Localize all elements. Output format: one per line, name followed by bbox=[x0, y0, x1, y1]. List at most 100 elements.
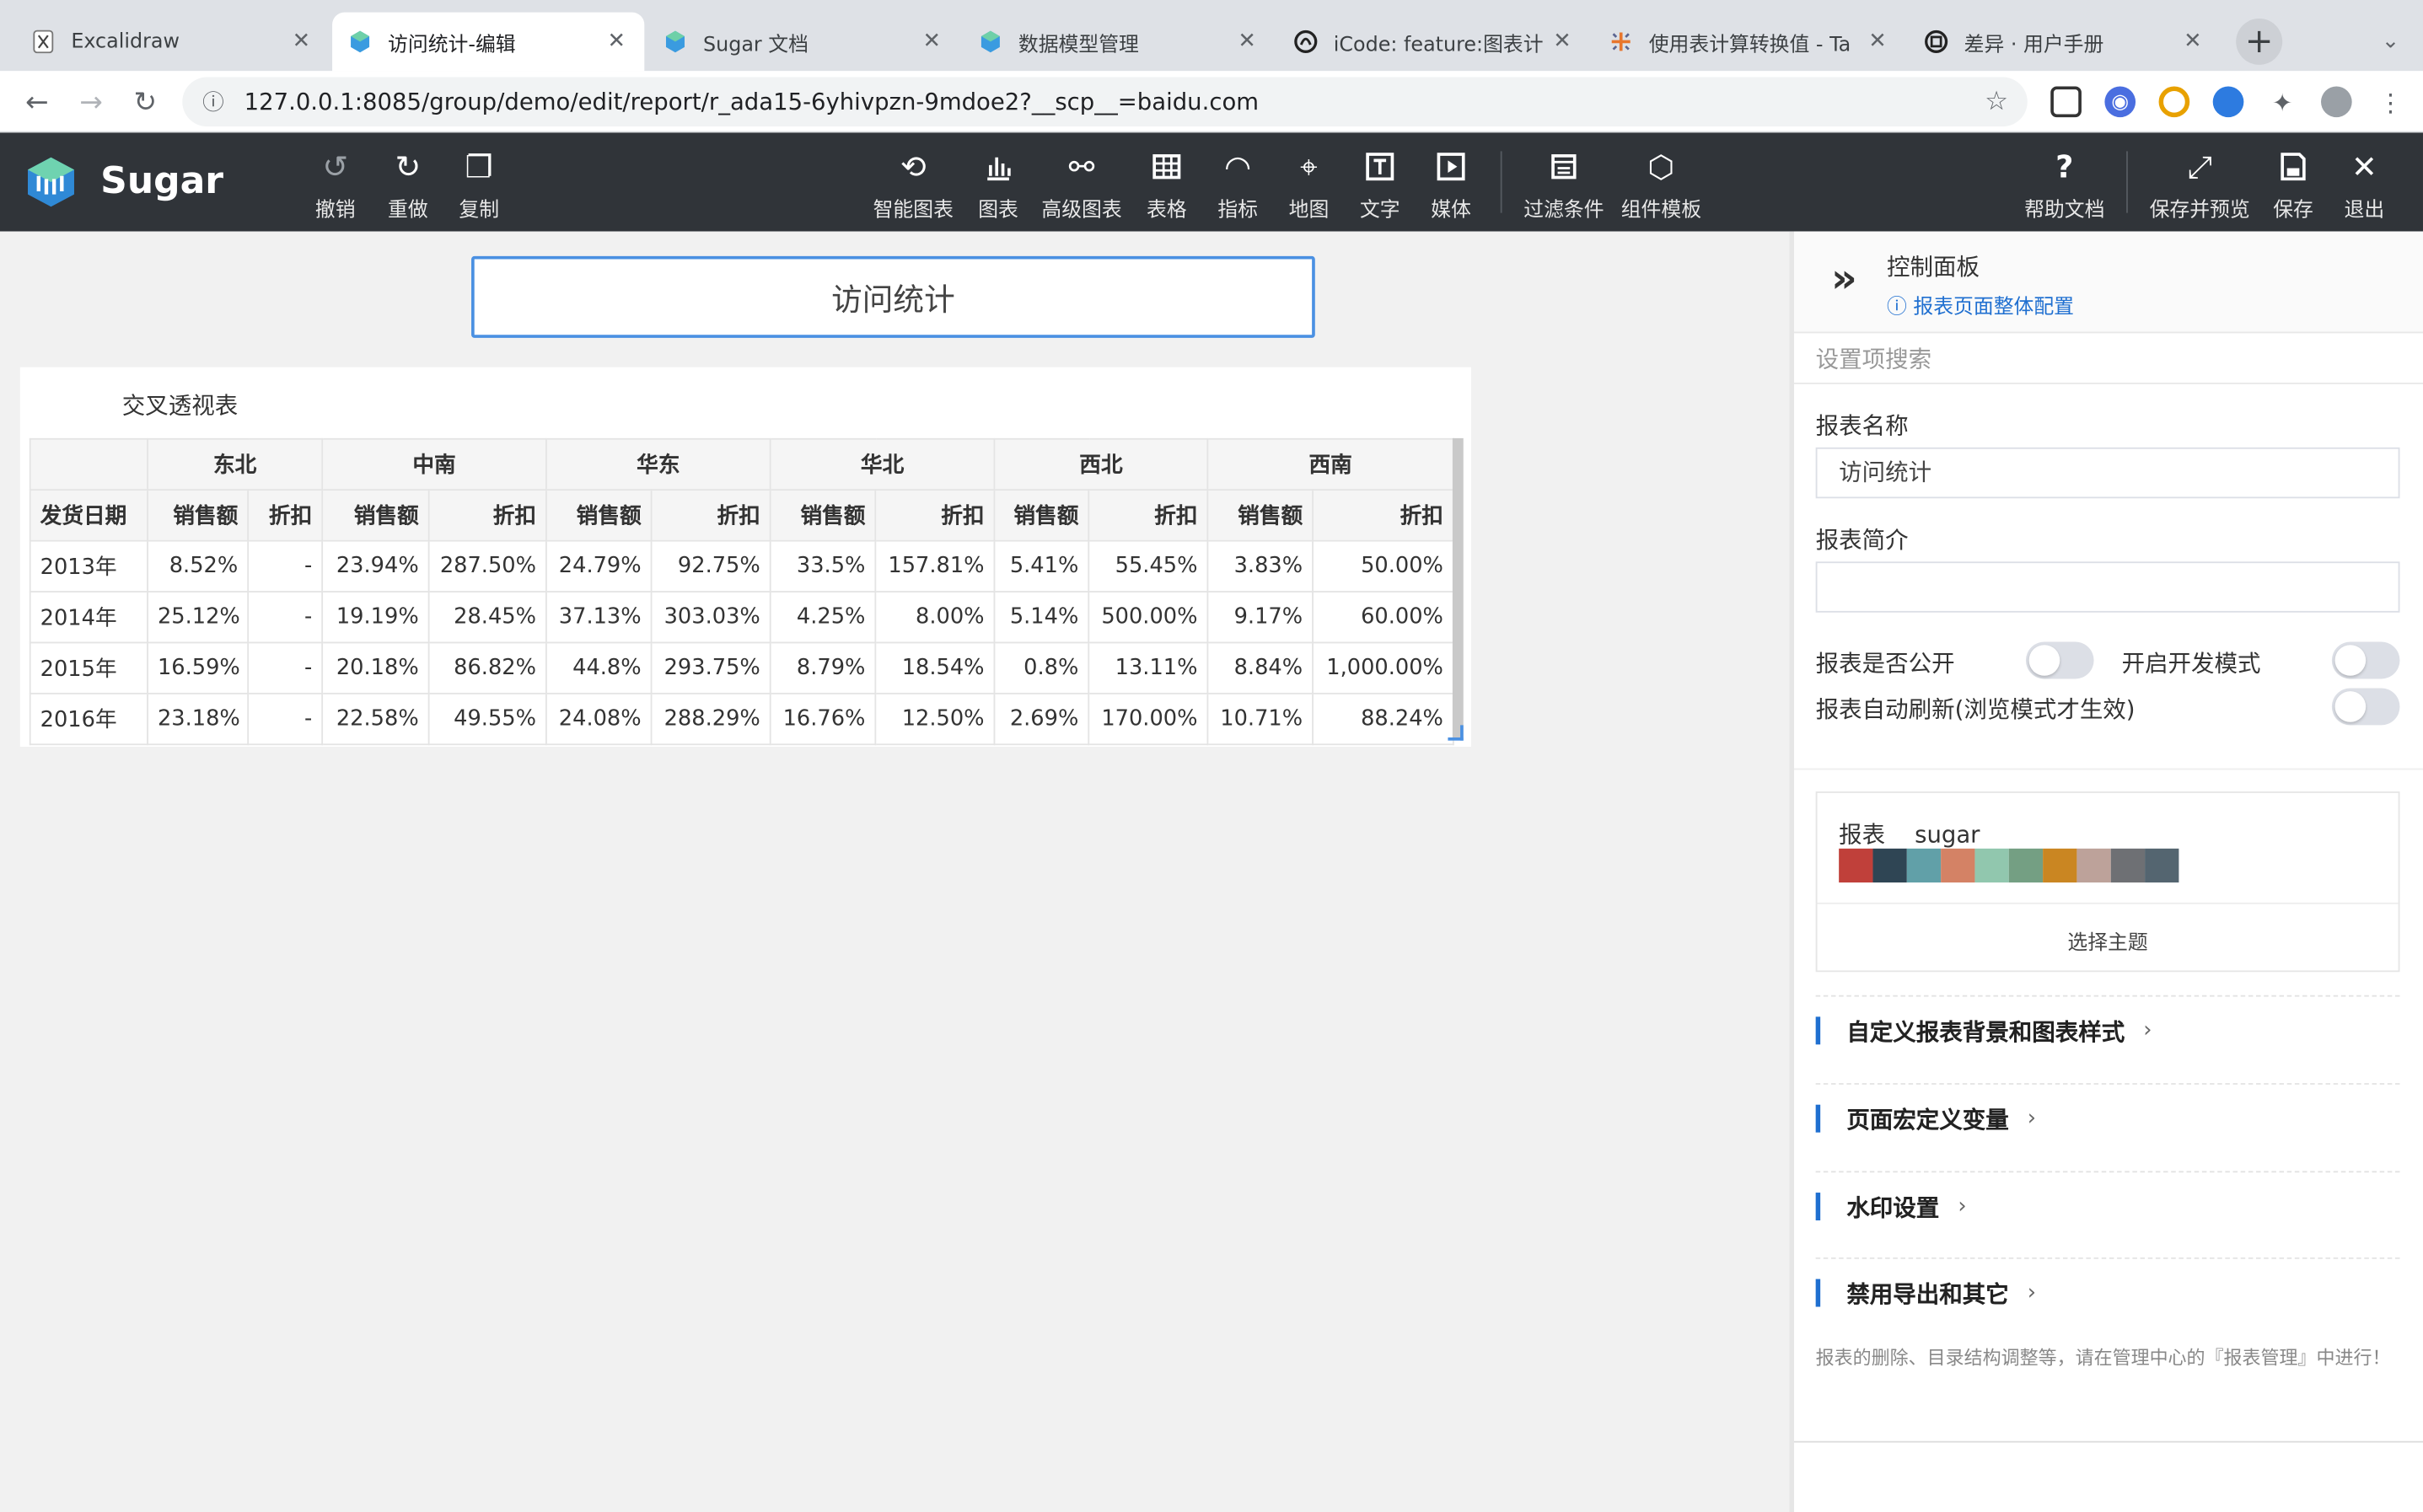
chrome-extension-icon[interactable] bbox=[2158, 86, 2190, 118]
tab-search-chevron-icon[interactable]: ⌄ bbox=[2367, 19, 2414, 65]
address-bar[interactable]: ⓘ 127.0.0.1:8085/group/demo/edit/report/… bbox=[182, 77, 2028, 127]
component-template-button[interactable]: ⬡ 组件模板 bbox=[1621, 148, 1701, 223]
theme-color-swatch bbox=[1872, 848, 1907, 883]
copy-button[interactable]: ❐ 复制 bbox=[459, 148, 499, 223]
template-icon: ⬡ bbox=[1647, 147, 1675, 185]
undo-label: 撤销 bbox=[314, 199, 356, 223]
close-tab-icon[interactable]: ✕ bbox=[920, 29, 944, 54]
filter-button[interactable]: 过滤条件 bbox=[1523, 148, 1604, 223]
smart-chart-label: 智能图表 bbox=[873, 199, 954, 223]
choose-theme-button[interactable]: 选择主题 bbox=[1817, 925, 2398, 955]
tab-title: 数据模型管理 bbox=[1018, 33, 1139, 56]
toolbar-divider bbox=[2126, 151, 2128, 213]
pivot-table-widget[interactable]: 交叉透视表 东北 中南 华东 华北 西北 西南 发货日期 销售额 折扣 销售额 … bbox=[19, 367, 1471, 748]
corner-cell bbox=[29, 437, 148, 491]
table-cell: 8.79% bbox=[769, 641, 877, 694]
media-button[interactable]: 媒体 bbox=[1431, 148, 1471, 223]
metric-label: 指标 bbox=[1217, 199, 1259, 223]
browser-toolbar: ← → ↻ ⓘ 127.0.0.1:8085/group/demo/edit/r… bbox=[0, 71, 2423, 133]
table-cell: 8.52% bbox=[147, 539, 250, 592]
page-config-label: 报表页面整体配置 bbox=[1913, 296, 2075, 319]
page-config-link[interactable]: ⓘ 报表页面整体配置 bbox=[1887, 290, 2074, 319]
profile-avatar[interactable] bbox=[2321, 86, 2352, 118]
undo-button[interactable]: ↺ 撤销 bbox=[315, 148, 356, 223]
table-cell: 25.12% bbox=[147, 591, 250, 644]
save-button[interactable]: 保存 bbox=[2273, 148, 2313, 223]
section-disable-export[interactable]: 禁用导出和其它 › bbox=[1815, 1278, 2400, 1309]
browser-tab-data-model[interactable]: 数据模型管理 ✕ bbox=[963, 13, 1275, 72]
close-tab-icon[interactable]: ✕ bbox=[604, 29, 629, 54]
back-arrow-icon[interactable]: ← bbox=[15, 80, 58, 123]
advanced-chart-button[interactable]: ⚯ 高级图表 bbox=[1041, 148, 1121, 223]
table-cell: 287.50% bbox=[427, 539, 547, 592]
report-desc-input[interactable] bbox=[1815, 561, 2400, 613]
help-docs-button[interactable]: ? 帮助文档 bbox=[2024, 148, 2104, 223]
table-scrollbar[interactable] bbox=[1452, 437, 1464, 738]
resize-handle[interactable] bbox=[1448, 725, 1464, 741]
browser-tab-icode[interactable]: iCode: feature:图表计 ✕ bbox=[1278, 13, 1590, 72]
browser-tab-sugar-docs[interactable]: Sugar 文档 ✕ bbox=[647, 13, 959, 72]
icode-icon bbox=[1293, 29, 1318, 54]
table-cell: 19.19% bbox=[321, 591, 430, 644]
reload-icon[interactable]: ↻ bbox=[124, 80, 167, 123]
close-tab-icon[interactable]: ✕ bbox=[1865, 29, 1889, 54]
metric-button[interactable]: ◠ 指标 bbox=[1217, 148, 1258, 223]
site-info-icon[interactable]: ⓘ bbox=[182, 87, 244, 118]
extension-icon[interactable]: ◉ bbox=[2104, 86, 2136, 118]
close-tab-icon[interactable]: ✕ bbox=[1550, 29, 1574, 54]
browser-tab-diff-manual[interactable]: 差异 · 用户手册 ✕ bbox=[1909, 13, 2221, 72]
table-icon bbox=[1152, 148, 1183, 185]
browser-tab-report-edit[interactable]: 访问统计-编辑 ✕ bbox=[332, 12, 645, 72]
auto-refresh-toggle[interactable] bbox=[2331, 688, 2400, 726]
table-row: 2014年 25.12% -19.19% 28.45% 37.13% 303.03% 4.2… bbox=[29, 591, 1454, 644]
panel-header: » 控制面板 ⓘ 报表页面整体配置 bbox=[1793, 231, 2423, 334]
redo-button[interactable]: ↻ 重做 bbox=[388, 148, 428, 223]
theme-swatches[interactable] bbox=[1839, 848, 2179, 883]
shield-extension-icon[interactable] bbox=[2212, 86, 2244, 118]
settings-search-input[interactable]: 设置项搜索 bbox=[1793, 335, 2423, 384]
exit-button[interactable]: ✕ 退出 bbox=[2345, 148, 2385, 223]
section-marker bbox=[1815, 1016, 1821, 1045]
close-tab-icon[interactable]: ✕ bbox=[1234, 29, 1259, 54]
public-toggle[interactable] bbox=[2025, 641, 2094, 679]
measure-header: 销售额 bbox=[1206, 489, 1314, 542]
dev-mode-toggle[interactable] bbox=[2331, 641, 2400, 679]
divider bbox=[1815, 1257, 2400, 1259]
theme-color-swatch bbox=[1941, 848, 1975, 883]
map-pin-icon: ⌖ bbox=[1300, 147, 1318, 185]
table-cell: - bbox=[247, 591, 324, 644]
table-button[interactable]: 表格 bbox=[1147, 148, 1187, 223]
close-tab-icon[interactable]: ✕ bbox=[289, 29, 314, 54]
forward-arrow-icon[interactable]: → bbox=[69, 80, 112, 123]
text-button[interactable]: 文字 bbox=[1360, 148, 1400, 223]
new-tab-button[interactable]: + bbox=[2236, 18, 2283, 65]
measure-header: 销售额 bbox=[321, 489, 430, 542]
section-custom-style[interactable]: 自定义报表背景和图表样式 › bbox=[1815, 1016, 2400, 1047]
map-button[interactable]: ⌖ 地图 bbox=[1289, 148, 1330, 223]
section-watermark[interactable]: 水印设置 › bbox=[1815, 1191, 2400, 1222]
table-cell: - bbox=[247, 539, 324, 592]
bookmark-star-icon[interactable]: ☆ bbox=[1965, 87, 2027, 118]
table-cell: 16.59% bbox=[147, 641, 250, 694]
smart-chart-button[interactable]: ⟲ 智能图表 bbox=[873, 148, 954, 223]
browser-tab-tableau[interactable]: 使用表计算转换值 - Ta ✕ bbox=[1593, 13, 1905, 72]
close-tab-icon[interactable]: ✕ bbox=[2180, 29, 2205, 54]
report-title-text[interactable]: 访问统计 bbox=[471, 255, 1315, 338]
browser-tab-excalidraw[interactable]: Excalidraw ✕ bbox=[15, 13, 329, 72]
more-menu-icon[interactable]: ⋮ bbox=[2375, 87, 2406, 118]
chevron-right-icon: › bbox=[2027, 1280, 2037, 1306]
chart-button[interactable]: 图表 bbox=[978, 148, 1018, 223]
pivot-body: 2013年 8.52% -23.94% 287.50% 24.79% 92.75% 33.5… bbox=[29, 539, 1454, 746]
report-name-input[interactable]: 访问统计 bbox=[1815, 447, 2400, 499]
sugar-logo-icon[interactable] bbox=[24, 154, 77, 210]
puzzle-icon[interactable]: ✦ bbox=[2267, 87, 2298, 118]
qr-code-icon[interactable] bbox=[2050, 86, 2082, 118]
table-cell: 20.18% bbox=[321, 641, 430, 694]
tableau-icon bbox=[1609, 29, 1633, 54]
section-macro-variables[interactable]: 页面宏定义变量 › bbox=[1815, 1103, 2400, 1134]
report-canvas: 访问统计 交叉透视表 东北 中南 华东 华北 西北 西南 发货日期 销售额 折扣… bbox=[0, 231, 1790, 1512]
table-cell: 2.69% bbox=[993, 692, 1090, 746]
sugar-icon bbox=[347, 29, 372, 54]
collapse-panel-icon[interactable]: » bbox=[1831, 256, 1857, 303]
save-and-preview-button[interactable]: ⤢ 保存并预览 bbox=[2150, 148, 2250, 223]
